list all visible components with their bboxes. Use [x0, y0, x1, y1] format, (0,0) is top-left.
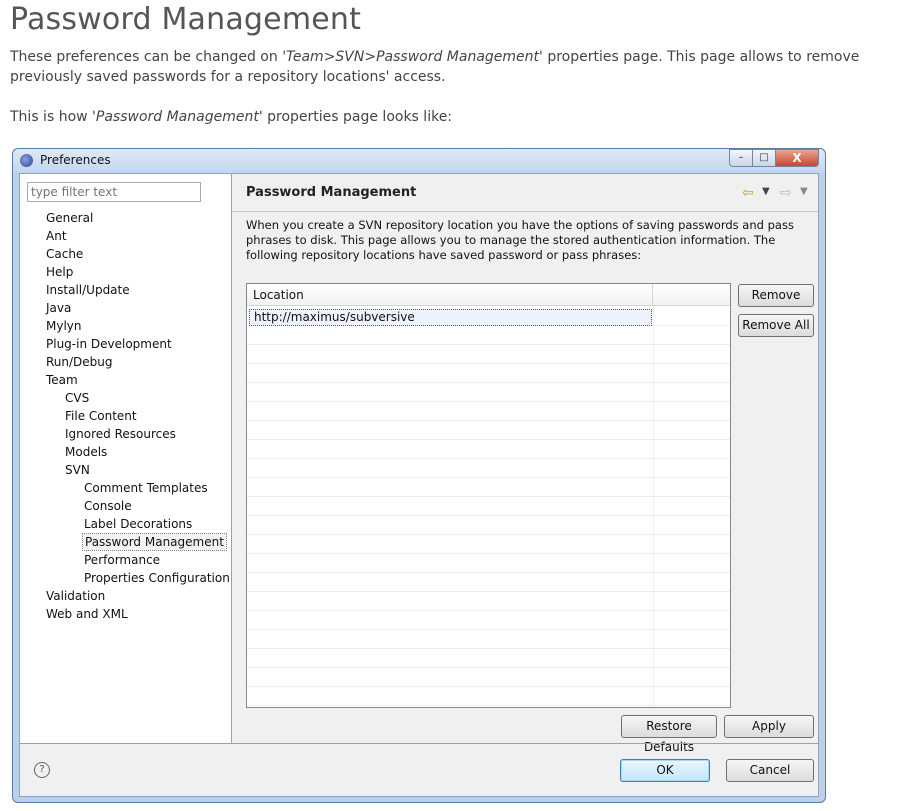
- table-row-empty: [247, 687, 730, 706]
- preferences-tree-pane: GeneralAntCacheHelpInstall/UpdateJavaMyl…: [20, 174, 232, 743]
- footer-separator: [20, 743, 818, 744]
- tree-item[interactable]: Validation: [44, 587, 107, 605]
- cancel-button[interactable]: Cancel: [726, 759, 814, 782]
- table-row[interactable]: http://maximus/subversive: [249, 309, 652, 326]
- tree-item[interactable]: Console: [82, 497, 134, 515]
- tree-item[interactable]: Install/Update: [44, 281, 132, 299]
- tree-item[interactable]: Plug-in Development: [44, 335, 174, 353]
- table-row-empty: [247, 440, 730, 459]
- minimize-button[interactable]: –: [729, 149, 753, 167]
- tree-item[interactable]: Performance: [82, 551, 162, 569]
- restore-defaults-button[interactable]: Restore Defaults: [621, 715, 717, 754]
- table-row-empty: [247, 383, 730, 402]
- eclipse-icon: [20, 154, 33, 167]
- table-row-empty: [247, 611, 730, 630]
- tree-item[interactable]: Run/Debug: [44, 353, 115, 371]
- doc-paragraph-intro: These preferences can be changed on 'Tea…: [10, 49, 860, 85]
- tree-item[interactable]: Java: [44, 299, 73, 317]
- table-row-empty: [247, 535, 730, 554]
- tree-item[interactable]: Web and XML: [44, 605, 130, 623]
- column-header-empty[interactable]: [653, 284, 730, 306]
- window-title: Preferences: [40, 153, 111, 167]
- header-separator: [232, 211, 818, 212]
- tree-item[interactable]: SVN: [63, 461, 92, 479]
- tree-item[interactable]: Comment Templates: [82, 479, 210, 497]
- tree-item[interactable]: Cache: [44, 245, 85, 263]
- table-row-empty: [247, 345, 730, 364]
- table-row-empty: [247, 459, 730, 478]
- tree-item[interactable]: File Content: [63, 407, 139, 425]
- tree-item[interactable]: Properties Configuration: [82, 569, 232, 587]
- filter-input[interactable]: [27, 182, 201, 202]
- tree-item[interactable]: Password Management: [82, 533, 227, 551]
- table-row-empty: [247, 364, 730, 383]
- title-bar[interactable]: Preferences – □ X: [13, 149, 825, 173]
- remove-button[interactable]: Remove: [738, 284, 814, 307]
- tree-item[interactable]: Team: [44, 371, 80, 389]
- table-row-empty: [247, 326, 730, 345]
- doc-title: Password Management: [10, 2, 362, 37]
- maximize-button[interactable]: □: [752, 149, 776, 167]
- remove-all-button[interactable]: Remove All: [738, 314, 814, 337]
- tree-item[interactable]: CVS: [63, 389, 91, 407]
- tree-item[interactable]: Ignored Resources: [63, 425, 178, 443]
- locations-table[interactable]: Location http://maximus/subversive: [246, 283, 731, 708]
- help-icon[interactable]: ?: [34, 762, 50, 778]
- table-row-empty: [247, 592, 730, 611]
- column-divider: [653, 306, 654, 707]
- doc-paragraph-preview: This is how 'Password Management' proper…: [10, 109, 453, 125]
- table-row-empty: [247, 649, 730, 668]
- back-arrow-icon[interactable]: ⇦: [742, 185, 754, 201]
- forward-history-dropdown-icon[interactable]: ▼: [800, 186, 808, 197]
- back-history-dropdown-icon[interactable]: ▼: [762, 186, 770, 197]
- table-row-empty: [247, 554, 730, 573]
- tree-item[interactable]: Label Decorations: [82, 515, 194, 533]
- table-row-empty: [247, 668, 730, 687]
- tree-item[interactable]: Ant: [44, 227, 69, 245]
- preferences-window: Preferences – □ X GeneralAntCacheHelpIns…: [12, 148, 826, 803]
- dialog-client: GeneralAntCacheHelpInstall/UpdateJavaMyl…: [19, 173, 819, 797]
- table-row-empty: [247, 573, 730, 592]
- table-row-empty: [247, 497, 730, 516]
- page-title: Password Management: [246, 185, 417, 200]
- table-row-empty: [247, 421, 730, 440]
- page-description: When you create a SVN repository locatio…: [246, 218, 794, 262]
- forward-arrow-icon[interactable]: ⇨: [780, 185, 792, 201]
- tree-item[interactable]: Help: [44, 263, 75, 281]
- table-row-empty: [247, 478, 730, 497]
- tree-item[interactable]: Models: [63, 443, 109, 461]
- close-button[interactable]: X: [775, 149, 819, 167]
- tree-item[interactable]: General: [44, 209, 95, 227]
- table-row-empty: [247, 516, 730, 535]
- tree-item[interactable]: Mylyn: [44, 317, 84, 335]
- table-row-empty: [247, 402, 730, 421]
- apply-button[interactable]: Apply: [724, 715, 814, 738]
- table-row-empty: [247, 630, 730, 649]
- ok-button[interactable]: OK: [620, 759, 710, 782]
- column-header-location[interactable]: Location: [247, 284, 653, 306]
